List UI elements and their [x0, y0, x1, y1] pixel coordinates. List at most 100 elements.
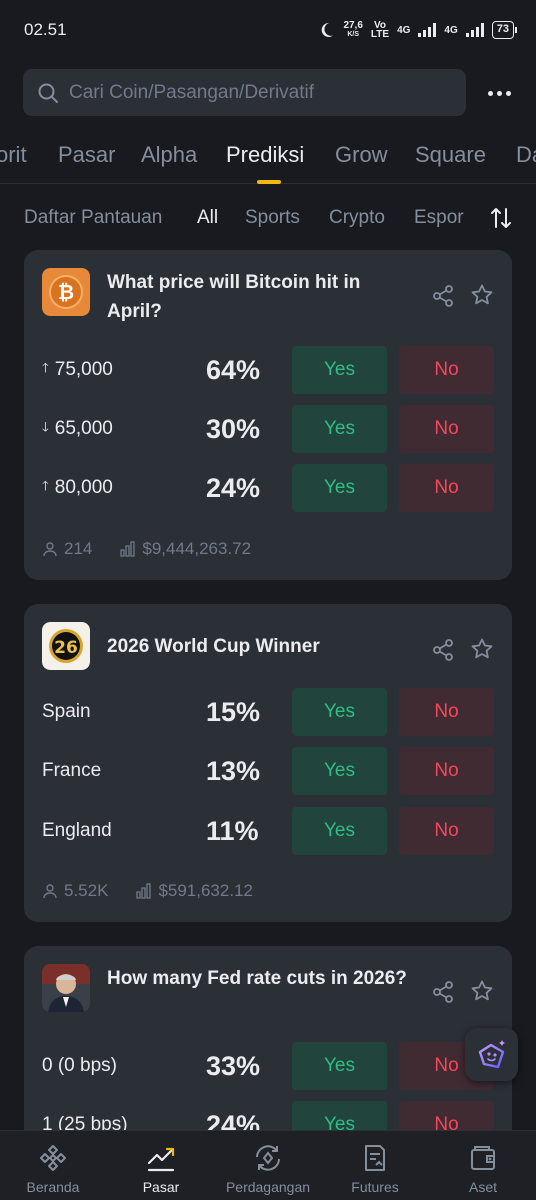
arrow-up-icon: 🡑: [42, 360, 49, 375]
filter-sports[interactable]: Sports: [245, 207, 300, 229]
filter-esports[interactable]: Espor: [414, 207, 466, 229]
prediction-card[interactable]: ₿ What price will Bitcoin hit in April? …: [24, 250, 512, 580]
share-icon[interactable]: [431, 284, 455, 308]
fed-chair-portrait-icon: [42, 964, 90, 1012]
outcome-name: 65,000: [54, 418, 113, 439]
no-button[interactable]: No: [399, 346, 494, 394]
volume-value: $591,632.12: [158, 881, 253, 900]
nav-label: Beranda: [26, 1179, 80, 1195]
signal-1-icon: [418, 23, 437, 37]
tab-prediksi[interactable]: Prediksi: [226, 142, 304, 168]
search-bar[interactable]: [23, 69, 466, 116]
nav-futures[interactable]: Futures: [325, 1131, 425, 1200]
outcome-probability: 33%: [206, 1051, 261, 1081]
nav-perdagangan[interactable]: Perdagangan: [218, 1131, 318, 1200]
signal-2-icon: [465, 23, 484, 37]
filter-all[interactable]: All: [197, 207, 218, 229]
yes-button[interactable]: Yes: [292, 807, 387, 855]
status-time: 02.51: [24, 20, 67, 39]
world-cup-2026-icon: 26: [42, 622, 90, 670]
nav-label: Aset: [468, 1179, 497, 1195]
no-button[interactable]: No: [399, 807, 494, 855]
moon-icon: [322, 22, 334, 37]
arrow-down-icon: 🡓: [42, 419, 49, 434]
outcome-label: 🡑 80,000: [42, 477, 113, 499]
outcome-label: 🡑 75,000: [42, 359, 113, 381]
svg-text:₿: ₿: [58, 280, 74, 304]
outcome-row: England 11% Yes No: [24, 807, 512, 855]
more-options-button[interactable]: [482, 78, 516, 108]
tab-pasar[interactable]: Pasar: [58, 142, 115, 168]
ai-assistant-icon: [478, 1039, 505, 1068]
star-icon[interactable]: [470, 283, 494, 307]
network-speed-value: 27,6: [343, 20, 363, 31]
futures-doc-icon: [365, 1145, 385, 1171]
share-icon[interactable]: [431, 638, 455, 662]
active-tab-indicator: [257, 180, 281, 184]
nav-label: Perdagangan: [225, 1179, 311, 1195]
nav-aset[interactable]: Aset: [433, 1131, 533, 1200]
yes-button[interactable]: Yes: [292, 405, 387, 453]
ai-assistant-button[interactable]: [465, 1028, 518, 1081]
outcome-row: 🡓 65,000 30% Yes No: [24, 405, 512, 453]
nav-label: Pasar: [142, 1179, 180, 1195]
network-type-1: 4G: [397, 24, 411, 36]
share-icon[interactable]: [431, 980, 455, 1004]
nav-beranda[interactable]: Beranda: [3, 1131, 103, 1200]
tab-overflow[interactable]: Da: [516, 142, 536, 168]
network-type-2: 4G: [444, 24, 458, 36]
outcome-probability: 64%: [206, 355, 261, 385]
volume-value: $9,444,263.72: [142, 539, 252, 558]
bitcoin-icon: ₿: [42, 268, 90, 316]
volte-bottom: LTE: [370, 29, 390, 40]
world-cup-icon-text: 26: [54, 638, 78, 658]
card-footer: 214 $9,444,263.72: [42, 539, 251, 559]
star-icon[interactable]: [470, 637, 494, 661]
no-button[interactable]: No: [399, 405, 494, 453]
volume-bars-icon: [136, 883, 152, 899]
outcome-label: 🡓 65,000: [42, 418, 113, 440]
outcome-name: 75,000: [54, 359, 113, 380]
outcome-probability: 13%: [206, 756, 261, 786]
yes-button[interactable]: Yes: [292, 464, 387, 512]
card-title: What price will Bitcoin hit in April?: [107, 272, 361, 322]
star-icon[interactable]: [470, 979, 494, 1003]
yes-button[interactable]: Yes: [292, 747, 387, 795]
prediction-card[interactable]: 26 2026 World Cup Winner Spain 15% Yes N…: [24, 604, 512, 922]
tab-square[interactable]: Square: [415, 142, 486, 168]
sort-icon[interactable]: [488, 205, 514, 231]
outcome-label: Spain: [42, 701, 91, 722]
yes-button[interactable]: Yes: [292, 688, 387, 736]
participant-count: 5.52K: [64, 881, 109, 900]
network-speed-unit: K/S: [347, 31, 359, 38]
binance-logo-icon: [40, 1145, 66, 1171]
trade-swap-icon: [256, 1145, 280, 1171]
tab-alpha[interactable]: Alpha: [141, 142, 197, 168]
nav-pasar[interactable]: Pasar: [111, 1131, 211, 1200]
yes-button[interactable]: Yes: [292, 346, 387, 394]
no-button[interactable]: No: [399, 747, 494, 795]
card-title: 2026 World Cup Winner: [107, 636, 320, 657]
outcome-row: Spain 15% Yes No: [24, 688, 512, 736]
outcome-label: England: [42, 820, 112, 841]
dot-icon: [496, 90, 502, 96]
filter-row: Daftar Pantauan All Sports Crypto Espor: [0, 200, 536, 236]
no-button[interactable]: No: [399, 464, 494, 512]
outcome-name: 80,000: [54, 477, 113, 498]
outcome-row: 🡑 80,000 24% Yes No: [24, 464, 512, 512]
filter-crypto[interactable]: Crypto: [329, 207, 385, 229]
tab-grow[interactable]: Grow: [335, 142, 388, 168]
outcome-row: 🡑 75,000 64% Yes No: [24, 346, 512, 394]
yes-button[interactable]: Yes: [292, 1042, 387, 1090]
main-tabs: orit Pasar Alpha Prediksi Grow Square Da: [0, 132, 536, 184]
user-icon: [43, 884, 57, 899]
outcome-probability: 30%: [206, 414, 261, 444]
search-input[interactable]: [69, 81, 449, 104]
nav-label: Futures: [351, 1179, 399, 1195]
tab-favorit[interactable]: orit: [0, 142, 27, 168]
battery-indicator: 73: [491, 21, 518, 39]
dot-icon: [505, 90, 511, 96]
no-button[interactable]: No: [399, 688, 494, 736]
search-icon: [38, 83, 58, 103]
filter-watchlist[interactable]: Daftar Pantauan: [24, 207, 162, 229]
